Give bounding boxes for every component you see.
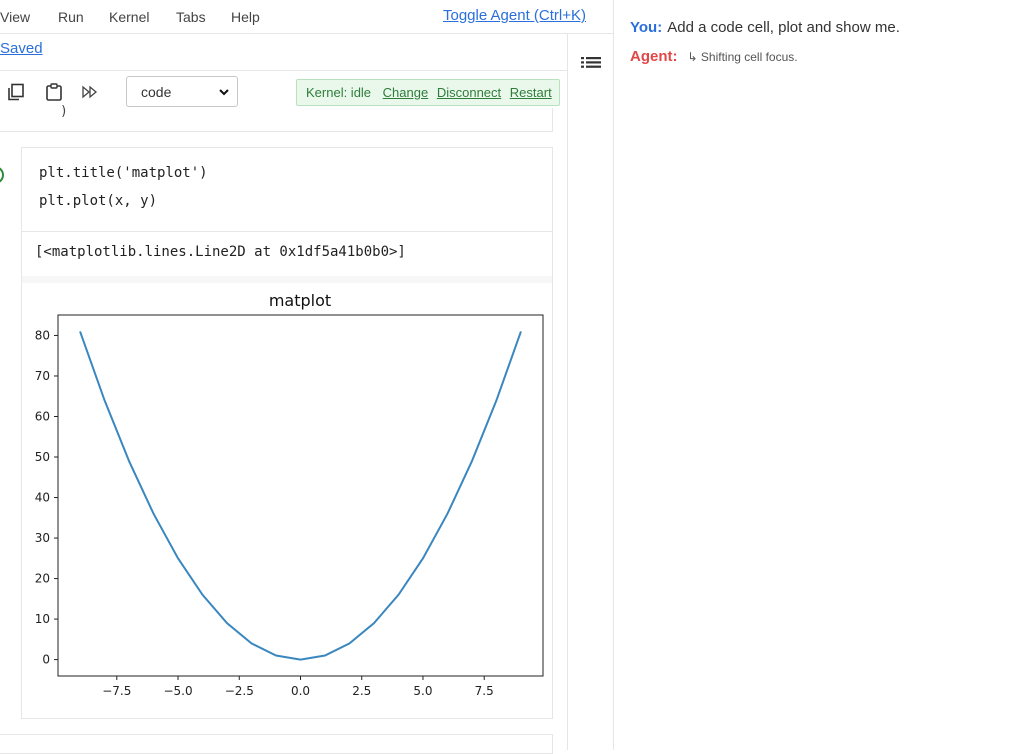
menu-kernel[interactable]: Kernel xyxy=(109,9,149,25)
chat-agent-label: Agent: xyxy=(630,48,678,65)
paste-icon[interactable] xyxy=(45,83,63,101)
x-tick-label: −7.5 xyxy=(102,684,131,698)
chart-title: matplot xyxy=(269,291,331,310)
y-tick-label: 80 xyxy=(35,328,50,342)
y-tick-label: 20 xyxy=(35,572,50,586)
line-chart: matplot −7.5 −5.0 −2.5 0.0 2.5 5.0 7.5 0 10 20 30 4… xyxy=(35,291,544,698)
x-tick-label: −5.0 xyxy=(163,684,192,698)
code-line[interactable]: plt.title('matplot') xyxy=(39,165,208,181)
cell-output-divider xyxy=(22,231,552,232)
previous-cell[interactable] xyxy=(0,108,553,132)
output-separator-band xyxy=(22,276,552,283)
chat-agent-message: Agent: ↳ Shifting cell focus. xyxy=(630,48,798,65)
x-tick-label: 5.0 xyxy=(413,684,432,698)
sidebar-divider xyxy=(567,34,568,750)
menu-bar: View Run Kernel Tabs Help Toggle Agent (… xyxy=(0,0,613,34)
chat-agent-status: ↳ Shifting cell focus. xyxy=(687,50,798,64)
menu-view[interactable]: View xyxy=(0,9,30,25)
y-tick-label: 0 xyxy=(42,653,50,667)
cell-output-text: [<matplotlib.lines.Line2D at 0x1df5a41b0… xyxy=(35,244,406,260)
kernel-status: Kernel: idle xyxy=(306,85,372,100)
saved-status-link[interactable]: Saved xyxy=(0,40,43,57)
kernel-disconnect-link[interactable]: Disconnect xyxy=(437,85,501,100)
menu-tabs[interactable]: Tabs xyxy=(176,9,206,25)
x-tick-label: −2.5 xyxy=(225,684,254,698)
kernel-change-link[interactable]: Change xyxy=(383,85,429,100)
run-all-icon[interactable] xyxy=(81,83,99,101)
header-divider xyxy=(0,70,568,71)
x-tick-label: 7.5 xyxy=(475,684,494,698)
previous-cell-code-fragment: ) xyxy=(60,104,68,119)
chat-user-text: Add a code cell, plot and show me. xyxy=(667,19,900,36)
copy-icon[interactable] xyxy=(7,83,25,101)
x-tick-label: 2.5 xyxy=(352,684,371,698)
agent-panel-divider xyxy=(613,0,614,750)
y-tick-label: 40 xyxy=(35,491,50,505)
cell-execution-indicator xyxy=(0,166,4,184)
code-line[interactable]: plt.plot(x, y) xyxy=(39,193,157,209)
plot-area-frame xyxy=(57,314,544,677)
x-tick-label: 0.0 xyxy=(291,684,310,698)
chat-user-label: You: xyxy=(630,19,663,36)
kernel-status-bar: Kernel: idle Change Disconnect Restart xyxy=(296,79,560,106)
y-tick-label: 70 xyxy=(35,369,50,383)
plot-output: matplot −7.5 −5.0 −2.5 0.0 2.5 5.0 7.5 0 10 20 30 4… xyxy=(22,284,552,710)
y-tick-label: 30 xyxy=(35,531,50,545)
table-of-contents-icon[interactable] xyxy=(581,56,601,72)
series-line xyxy=(79,331,522,661)
y-tick-label: 50 xyxy=(35,450,50,464)
next-cell[interactable] xyxy=(0,734,553,754)
menu-help[interactable]: Help xyxy=(231,9,260,25)
cell-type-value: code xyxy=(141,84,172,100)
y-tick-label: 60 xyxy=(35,409,50,423)
chevron-down-icon xyxy=(219,89,229,96)
cell-type-select[interactable]: code xyxy=(126,76,238,107)
y-tick-label: 10 xyxy=(35,612,50,626)
chat-user-message: You: Add a code cell, plot and show me. xyxy=(630,19,900,36)
menu-run[interactable]: Run xyxy=(58,9,84,25)
kernel-restart-link[interactable]: Restart xyxy=(510,85,552,100)
toggle-agent-link[interactable]: Toggle Agent (Ctrl+K) xyxy=(443,7,586,24)
